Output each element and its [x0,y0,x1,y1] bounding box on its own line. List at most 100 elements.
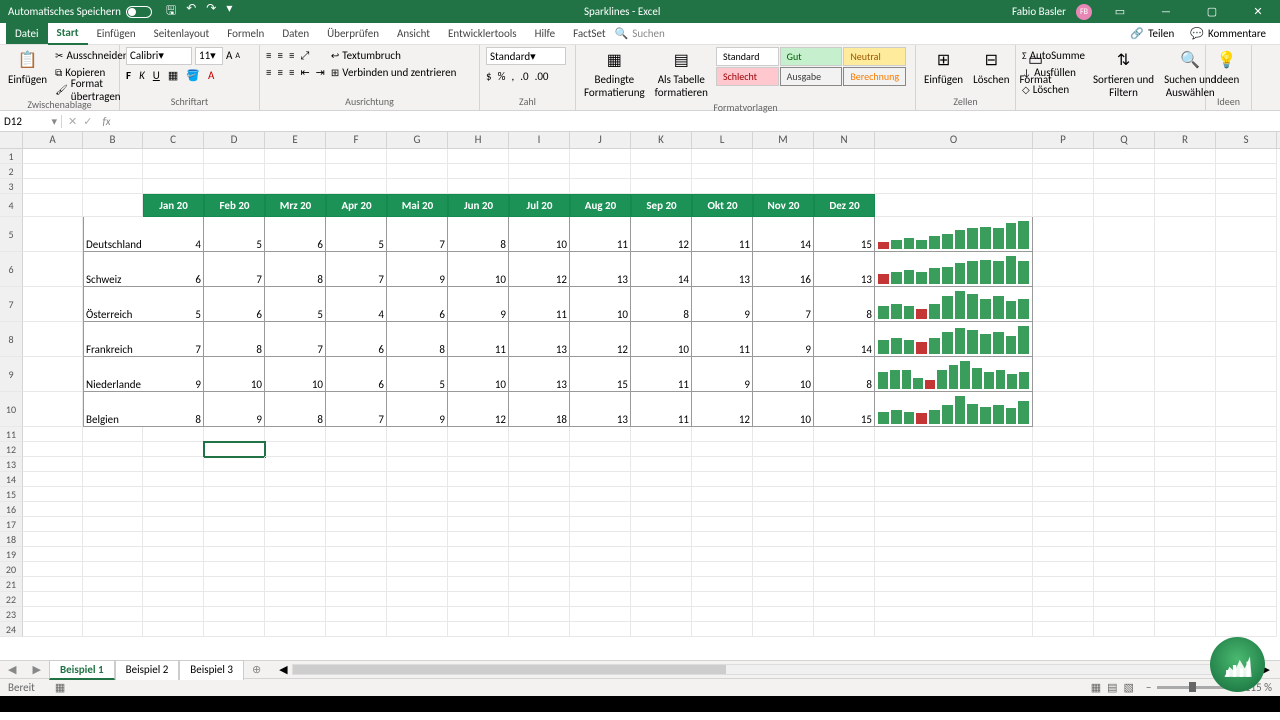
cell[interactable] [1094,547,1155,562]
cell[interactable] [1033,442,1094,457]
cell[interactable] [631,487,692,502]
cell[interactable] [23,392,83,427]
cell[interactable] [326,517,387,532]
comments-button[interactable]: 💬 Kommentare [1182,24,1274,43]
cell[interactable] [83,164,143,179]
row-header-11[interactable]: 11 [0,427,23,442]
cell[interactable] [509,457,570,472]
cell[interactable] [387,442,448,457]
cell[interactable] [204,472,265,487]
country-label[interactable]: Belgien [83,392,143,427]
data-cell[interactable]: 7 [387,217,448,252]
cell[interactable] [265,607,326,622]
cell[interactable] [83,502,143,517]
cell[interactable] [631,607,692,622]
col-header-B[interactable]: B [83,132,143,148]
cell[interactable] [814,502,875,517]
cell[interactable] [631,472,692,487]
cell[interactable] [692,592,753,607]
row-header-22[interactable]: 22 [0,592,23,607]
cell[interactable] [143,547,204,562]
cell[interactable] [83,194,143,217]
cell[interactable] [204,487,265,502]
col-header-C[interactable]: C [143,132,204,148]
autosum-button[interactable]: Σ AutoSumme [1022,47,1085,64]
cell[interactable] [1094,487,1155,502]
cell[interactable] [23,427,83,442]
cell[interactable] [387,457,448,472]
cell[interactable] [143,427,204,442]
cell[interactable] [753,562,814,577]
data-cell[interactable]: 10 [448,252,509,287]
select-all-corner[interactable] [0,132,23,148]
number-format-select[interactable]: Standard ▾ [486,47,566,65]
fill-button[interactable]: ↓ Ausfüllen [1022,64,1085,81]
cell[interactable] [753,577,814,592]
cell[interactable] [1155,592,1216,607]
cell[interactable] [143,457,204,472]
row-header-18[interactable]: 18 [0,532,23,547]
cell[interactable] [83,577,143,592]
tab-seitenlayout[interactable]: Seitenlayout [145,23,219,44]
cell[interactable] [814,607,875,622]
data-cell[interactable]: 9 [387,392,448,427]
col-header-F[interactable]: F [326,132,387,148]
clear-button[interactable]: ◇ Löschen [1022,81,1085,98]
cell[interactable] [570,164,631,179]
cell[interactable] [875,517,1033,532]
cell[interactable] [1155,252,1216,287]
cancel-icon[interactable]: ✕ [68,115,77,128]
cell[interactable] [875,457,1033,472]
cell[interactable] [570,532,631,547]
sort-filter-button[interactable]: ⇅Sortieren und Filtern [1091,47,1156,101]
cell[interactable] [1094,179,1155,194]
cell[interactable] [570,502,631,517]
row-header-2[interactable]: 2 [0,164,23,179]
cell[interactable] [1094,194,1155,217]
cell[interactable] [1033,392,1094,427]
cell[interactable] [1033,517,1094,532]
cell[interactable] [143,502,204,517]
cell[interactable] [875,502,1033,517]
cell[interactable] [875,622,1033,637]
cell[interactable] [23,547,83,562]
cell[interactable] [1155,487,1216,502]
cell[interactable] [23,149,83,164]
selected-cell[interactable] [204,442,265,457]
cell[interactable] [326,607,387,622]
fx-icon[interactable]: fx [98,115,114,128]
tab-entwicklertools[interactable]: Entwicklertools [439,23,526,44]
cell[interactable] [1155,607,1216,622]
cell[interactable] [631,179,692,194]
align-center-icon[interactable]: ≡ [277,66,282,79]
cell[interactable] [23,179,83,194]
cell[interactable] [509,164,570,179]
cell[interactable] [570,149,631,164]
month-header[interactable]: Feb 20 [204,194,265,217]
cell[interactable] [326,547,387,562]
cell[interactable] [204,592,265,607]
cell[interactable] [570,487,631,502]
cell[interactable] [326,487,387,502]
data-cell[interactable]: 8 [143,392,204,427]
cell[interactable] [1155,547,1216,562]
cell[interactable] [631,502,692,517]
cell[interactable] [570,607,631,622]
cell[interactable] [509,622,570,637]
align-bottom-icon[interactable]: ≡ [289,49,294,62]
sheet-tab[interactable]: Beispiel 3 [179,660,244,680]
month-header[interactable]: Aug 20 [570,194,631,217]
cell[interactable] [1216,622,1277,637]
enter-icon[interactable]: ✓ [83,115,92,128]
data-cell[interactable]: 11 [631,392,692,427]
cell[interactable] [1033,607,1094,622]
data-cell[interactable]: 14 [631,252,692,287]
cell[interactable] [509,502,570,517]
cell[interactable] [1216,149,1277,164]
cell[interactable] [753,547,814,562]
view-pagebreak-icon[interactable]: ▧ [1124,681,1134,694]
cell[interactable] [570,622,631,637]
data-cell[interactable]: 11 [692,217,753,252]
cell[interactable] [326,532,387,547]
maximize-icon[interactable]: ▢ [1194,5,1230,18]
